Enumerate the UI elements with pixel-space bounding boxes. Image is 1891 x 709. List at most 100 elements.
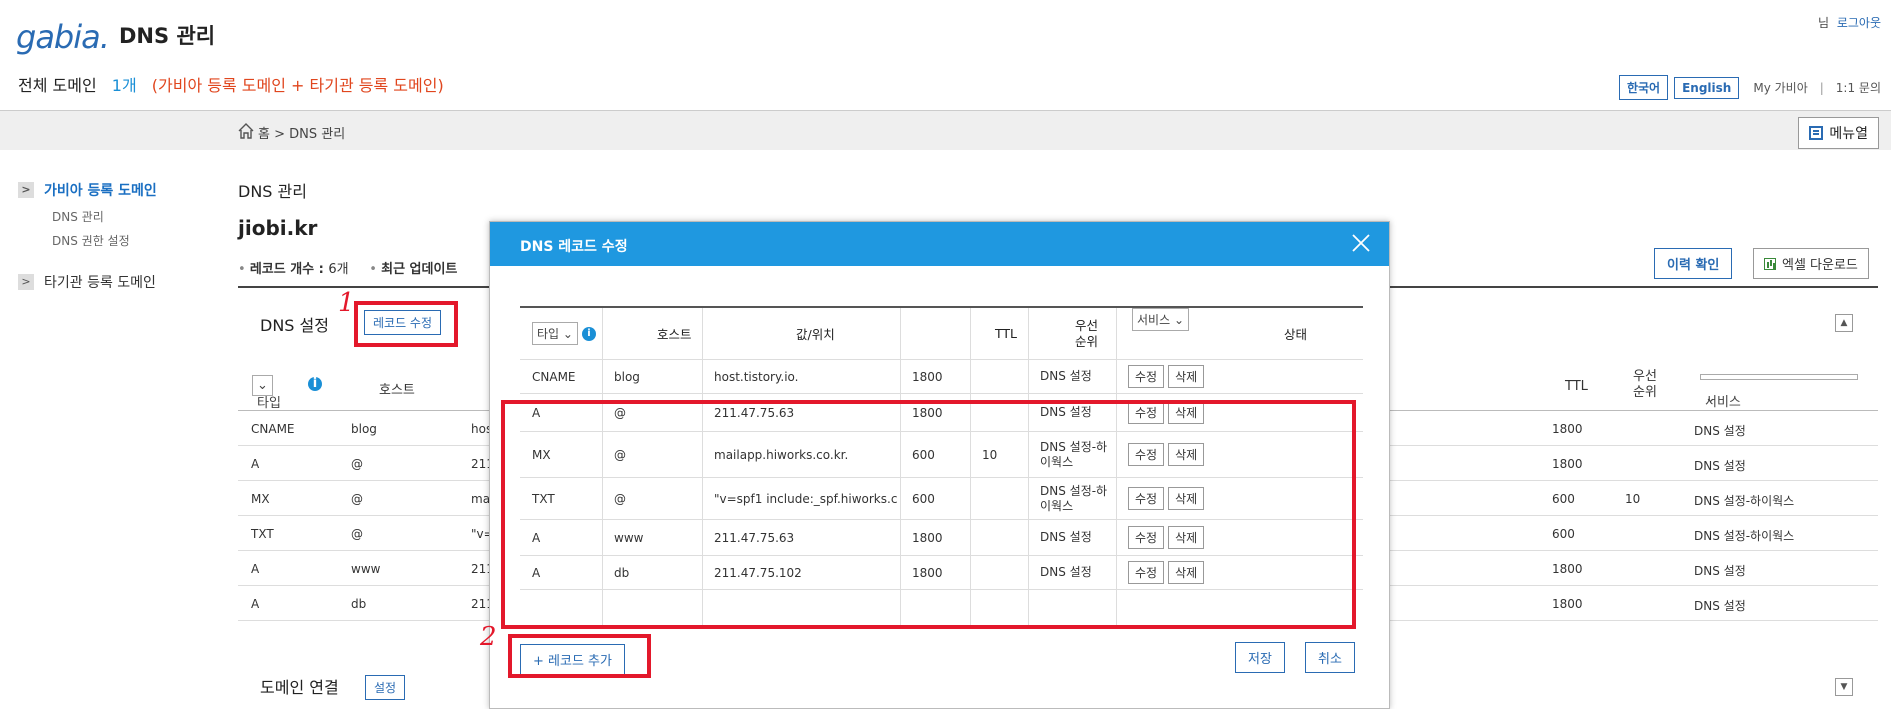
- host-header: 호스트: [379, 383, 415, 398]
- lang-english-button[interactable]: English: [1674, 76, 1740, 99]
- domain-link-title: 도메인 연결: [260, 678, 339, 697]
- cell-host: blog: [614, 369, 640, 384]
- cell-service: DNS 설정: [1694, 599, 1746, 613]
- breadcrumb-current: DNS 관리: [289, 127, 346, 142]
- menu-open-label: 메뉴열: [1829, 126, 1868, 142]
- modal-type-select[interactable]: 타입 ⌄: [532, 322, 578, 345]
- delete-record-button[interactable]: 삭제: [1168, 365, 1205, 388]
- annotation-number-2: 2: [480, 622, 497, 652]
- close-icon[interactable]: [1351, 233, 1371, 253]
- user-suffix: 님: [1817, 16, 1829, 30]
- row-actions: 수정 삭제: [1128, 360, 1208, 393]
- chevron-right-icon: >: [18, 274, 34, 290]
- cell-host: @: [351, 527, 363, 541]
- breadcrumb-home[interactable]: 홈: [258, 127, 270, 142]
- annotation-box-1: [354, 301, 458, 347]
- cell-host: @: [351, 492, 363, 506]
- cell-host: www: [351, 562, 381, 576]
- sidebar-item-other-domains[interactable]: > 타기관 등록 도메인: [18, 272, 156, 292]
- gabia-logo[interactable]: gabia.: [16, 18, 110, 56]
- cell-type: MX: [251, 492, 270, 506]
- cell-type: A: [251, 562, 260, 576]
- last-update-label: 최근 업데이트: [381, 262, 458, 277]
- cell-host: @: [351, 457, 363, 471]
- my-gabia-link[interactable]: My 가비아: [1753, 79, 1807, 96]
- collapse-up-icon[interactable]: ▲: [1835, 314, 1853, 332]
- info-icon[interactable]: i: [308, 377, 322, 391]
- modal-type-select-value: 타입: [537, 327, 560, 341]
- cell-type: CNAME: [532, 369, 576, 384]
- modal-ttl-header: TTL: [995, 326, 1018, 341]
- modal-type-filter: 타입 ⌄ i: [532, 308, 596, 359]
- cancel-button[interactable]: 취소: [1305, 642, 1355, 673]
- sidebar-subitem-dns-manage[interactable]: DNS 관리: [52, 208, 104, 225]
- save-button[interactable]: 저장: [1235, 642, 1285, 673]
- sidebar-subitem-dns-permission[interactable]: DNS 권한 설정: [52, 232, 130, 249]
- domain-name: jiobi.kr: [238, 216, 318, 240]
- expand-down-icon[interactable]: ▼: [1835, 678, 1853, 696]
- modal-priority-header: 우선 순위: [1075, 308, 1098, 359]
- edit-record-button[interactable]: 수정: [1128, 365, 1165, 388]
- chevron-right-icon: >: [18, 182, 34, 198]
- cell-service: DNS 설정: [1694, 564, 1746, 578]
- language-bar: 한국어 English My 가비아 | 1:1 문의: [1618, 75, 1881, 100]
- sidebar-item-label: 타기관 등록 도메인: [44, 275, 156, 291]
- modal-title: DNS 레코드 수정: [520, 239, 628, 255]
- domain-link-setting-button[interactable]: 설정: [365, 675, 406, 700]
- annotation-box-records: [501, 400, 1356, 629]
- home-icon[interactable]: [238, 123, 254, 139]
- cell-type: CNAME: [251, 422, 295, 436]
- priority-header: 우선 순위: [1633, 369, 1657, 400]
- cell-ttl: 1800: [912, 369, 943, 384]
- logout-link[interactable]: 로그아웃: [1837, 16, 1881, 30]
- cell-priority: 10: [1625, 492, 1641, 506]
- ttl-header: TTL: [1565, 379, 1588, 394]
- sidebar-item-gabia-domains[interactable]: > 가비아 등록 도메인: [18, 180, 157, 200]
- modal-service-select-value: 서비스: [1137, 313, 1171, 327]
- menu-open-button[interactable]: 메뉴열: [1798, 117, 1879, 149]
- annotation-box-2: [508, 634, 651, 678]
- cell-service: DNS 설정-하이웍스: [1694, 529, 1795, 543]
- service-filter-select[interactable]: 서비스 ⌄: [1700, 374, 1858, 410]
- lang-korean-button[interactable]: 한국어: [1618, 75, 1669, 100]
- priority-line-1: 우선: [1075, 317, 1099, 333]
- link-separator: |: [1819, 80, 1824, 95]
- cell-service: DNS 설정: [1694, 459, 1746, 473]
- breadcrumb-separator: >: [274, 127, 286, 142]
- cell-ttl: 1800: [1552, 457, 1583, 471]
- domain-summary-note: (가비아 등록 도메인 + 타기관 등록 도메인): [151, 76, 444, 95]
- top-user-links: 님 로그아웃: [1818, 14, 1881, 31]
- cell-ttl: 1800: [1552, 422, 1583, 436]
- type-filter-select[interactable]: 타입 ⌄: [252, 375, 281, 411]
- domain-count[interactable]: 1개: [112, 76, 137, 95]
- domain-summary: 전체 도메인 1개 (가비아 등록 도메인 + 타기관 등록 도메인): [18, 72, 444, 96]
- history-button[interactable]: 이력 확인: [1654, 248, 1733, 279]
- modal-host-header: 호스트: [657, 327, 692, 342]
- cell-ttl: 600: [1552, 527, 1575, 541]
- cell-value: host.tistory.io.: [714, 369, 799, 384]
- page-heading: DNS 관리: [238, 182, 307, 201]
- breadcrumb: 홈 > DNS 관리 메뉴열: [0, 110, 1891, 150]
- logo-text: gabia.: [16, 18, 110, 56]
- info-icon[interactable]: i: [581, 326, 596, 341]
- cell-ttl: 1800: [1552, 597, 1583, 611]
- modal-table-header: 타입 ⌄ i 호스트 값/위치 TTL 우선 순위 서비스 ⌄ 상태: [520, 308, 1363, 360]
- cell-service: DNS 설정: [1040, 369, 1092, 383]
- record-count-label: 레코드 개수 :: [249, 262, 329, 277]
- annotation-number-1: 1: [338, 288, 355, 318]
- modal-value-header: 값/위치: [796, 327, 835, 342]
- excel-download-button[interactable]: 엑셀 다운로드: [1753, 248, 1869, 279]
- modal-status-header: 상태: [1284, 327, 1308, 342]
- cell-host: db: [351, 597, 367, 611]
- priority-line-2: 순위: [1075, 333, 1099, 349]
- cell-type: A: [251, 457, 260, 471]
- modal-header: DNS 레코드 수정: [490, 222, 1389, 266]
- dns-section-title: DNS 설정: [260, 316, 329, 335]
- domain-summary-label: 전체 도메인: [18, 76, 97, 95]
- inquiry-link[interactable]: 1:1 문의: [1836, 79, 1881, 96]
- type-filter-value: 타입: [257, 396, 281, 411]
- record-count-value: 6개: [328, 262, 349, 277]
- modal-service-select[interactable]: 서비스 ⌄: [1132, 308, 1189, 331]
- cell-type: TXT: [251, 527, 274, 541]
- cell-ttl: 600: [1552, 492, 1575, 506]
